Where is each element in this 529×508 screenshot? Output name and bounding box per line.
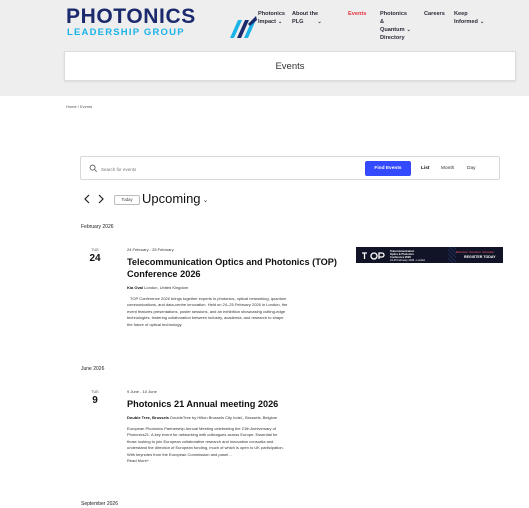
logo-wordmark: PHOTONICS [66,5,196,28]
banner-line: 24-25 February 2026 - London [390,259,426,263]
event-description: TOP Conference 2026 brings together expe… [127,296,347,328]
nav-careers[interactable]: Careers [424,10,445,18]
nav-photonics-quantum-directory[interactable]: Photonics & Quantum ⌄ Directory [380,10,411,42]
banner-pattern [448,247,456,263]
nav-label: PLG [292,19,304,25]
today-button[interactable]: Today [114,195,140,205]
site-logo[interactable]: PHOTONICS LEADERSHIP GROUP [66,5,257,38]
event-venue: Double Tree, Brussels DoubleTree by Hilt… [127,415,367,421]
month-separator: September 2026 [81,501,118,507]
find-events-button[interactable]: Find Events [365,161,411,176]
page-title-bar: Events [64,51,516,81]
chevron-down-icon: ⌄ [406,27,411,33]
event-card: 24 February - 25 February Telecommunicat… [127,247,347,328]
nav-photonics-impact[interactable]: Photonics Impact ⌄ [258,10,285,26]
nav-label: Directory [380,35,405,41]
site-header: PHOTONICS LEADERSHIP GROUP Photonics Imp… [0,0,529,96]
event-description: European Photonics Partnership Annual Me… [127,426,367,464]
view-tab-month[interactable]: Month [441,166,454,171]
chevron-down-icon: ⌄ [479,19,485,25]
view-tab-list[interactable]: List [421,166,430,171]
event-banner-image[interactable]: Telecommunication Optics & Photonics Con… [356,247,503,263]
nav-label: Photonics & [380,11,408,25]
search-input[interactable] [101,163,351,175]
nav-label: Keep [454,11,468,17]
breadcrumb[interactable]: Home / Events [66,104,92,109]
upcoming-dropdown[interactable]: Upcoming ⌄ [142,191,208,206]
event-datetime: 24 February - 25 February [127,247,174,252]
banner-register-cta: REGISTER TODAY [464,255,496,259]
banner-org-text: Telecommunication Optics & Photonics Con… [390,250,430,262]
event-title-text: Photonics 21 Annual meeting 2026 [127,399,279,409]
event-card: 9 June - 10 June Photonics 21 Annual mee… [127,389,367,464]
month-separator: February 2026 [81,224,114,230]
page-title: Events [275,61,305,72]
event-day: 24 [89,253,101,264]
event-search-bar: Find Events List Month Day [80,156,500,180]
banner-tagline: Discover. Connect. Innovate. [456,249,495,254]
event-venue: Kia Oval London, United Kingdom [127,285,347,291]
event-datetime: 9 June - 10 June [127,389,157,394]
venue-name: Double Tree, Brussels [127,415,170,420]
search-icon [89,164,98,173]
nav-label: Informed [454,19,478,25]
chevron-down-icon: ⌄ [202,196,209,204]
event-title-link[interactable]: Photonics 21 Annual meeting 2026 [127,398,367,410]
event-date-tag: TUE 24 [84,248,106,264]
chevron-right-icon[interactable] [96,192,106,206]
chevron-left-icon[interactable] [82,192,92,206]
month-separator: June 2026 [81,366,105,372]
venue-name: Kia Oval [127,285,144,290]
chevron-down-icon: ⌄ [278,19,283,25]
event-title-text: Conference 2026 [127,269,201,279]
nav-label: About the [292,11,319,17]
nav-events[interactable]: Events [348,10,366,18]
event-date-tag: TUE 9 [84,390,106,406]
venue-address: DoubleTree by Hilton Brussels City hotel… [170,415,278,420]
read-more-link[interactable]: Read More+ [127,458,367,464]
nav-label: Quantum [380,27,405,33]
nav-label: Careers [424,11,445,17]
event-title-text: Telecommunication Optics and Photonics (… [127,257,337,267]
top-conference-logo [362,252,385,260]
event-title-link[interactable]: Telecommunication Optics and Photonics (… [127,256,347,280]
event-day: 9 [92,395,98,406]
nav-keep-informed[interactable]: Keep Informed ⌄ [454,10,484,26]
logo-subtitle: LEADERSHIP GROUP [67,27,185,38]
nav-about-plg[interactable]: About the PLG ⌄ [292,10,322,26]
logo-stripes-icon [230,16,257,38]
description-line: the future of optical technology. [127,321,183,327]
venue-address: London, United Kingdom [144,285,189,290]
nav-label: Photonics [258,11,286,17]
upcoming-label: Upcoming [142,191,201,206]
nav-label: Events [348,11,367,17]
chevron-down-icon: ⌄ [317,19,322,25]
view-tab-day[interactable]: Day [467,166,476,171]
nav-label: Impact [258,19,277,25]
